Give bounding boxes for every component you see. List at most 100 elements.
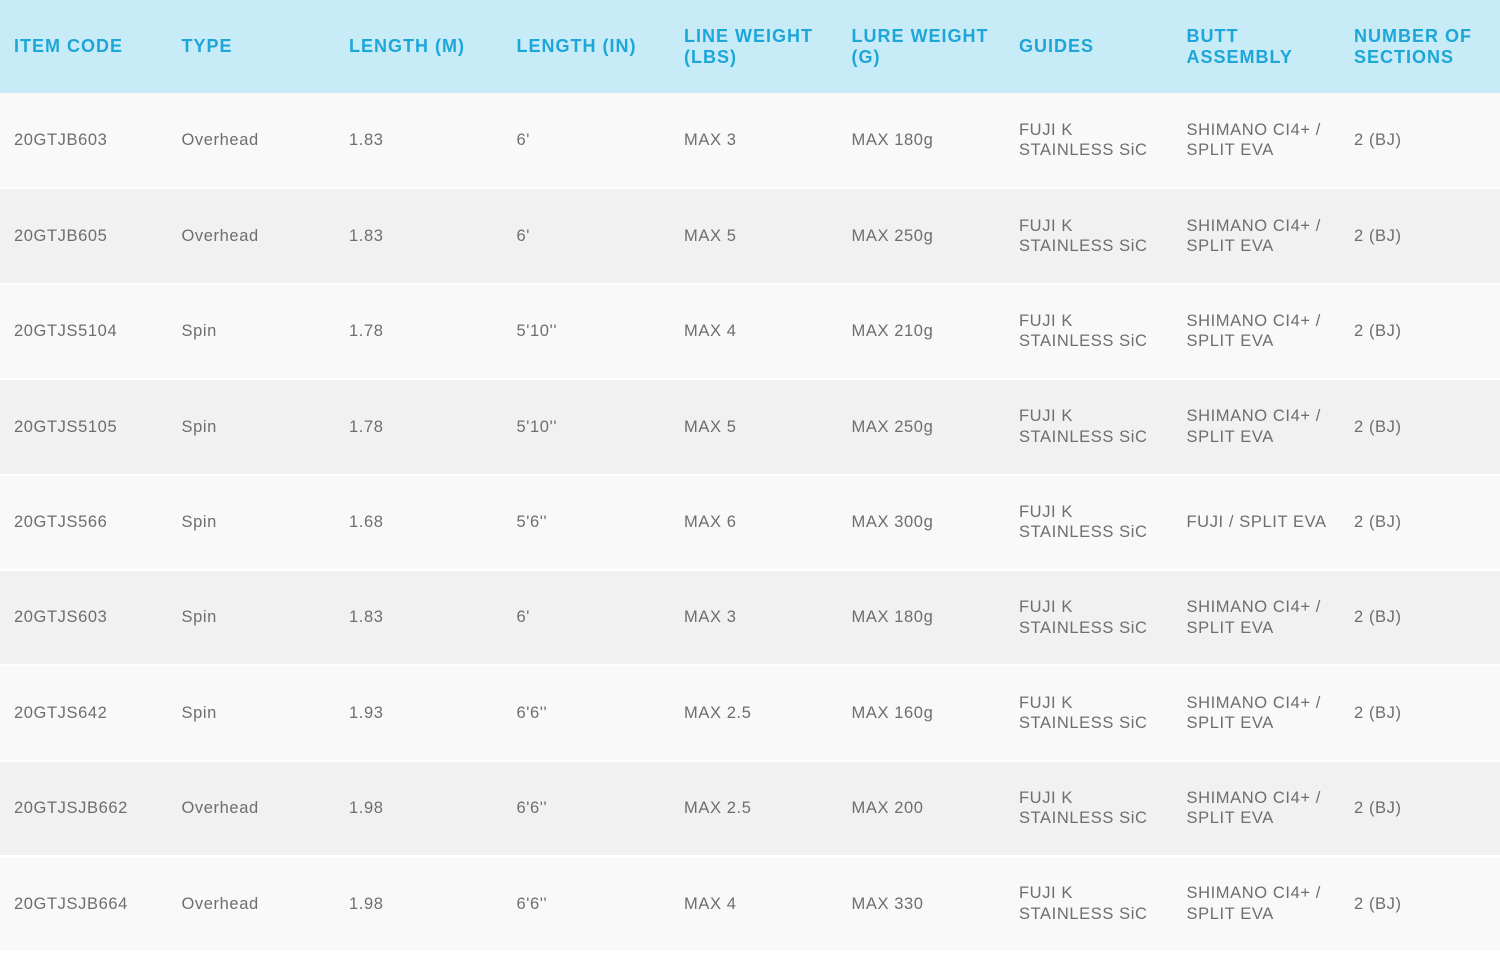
table-header: ITEM CODE TYPE LENGTH (M) LENGTH (IN) LINE W… <box>0 0 1500 93</box>
cell-line-weight: MAX 4 <box>670 856 838 953</box>
column-header-item-code: ITEM CODE <box>14 36 124 56</box>
header-row: ITEM CODE TYPE LENGTH (M) LENGTH (IN) LINE W… <box>0 0 1500 93</box>
cell-number-of-sections: 2 (BJ) <box>1340 856 1500 953</box>
cell-lure-weight: MAX 200 <box>837 760 1005 858</box>
cell-length-m: 1.68 <box>335 474 503 571</box>
cell-type: Spin <box>167 474 335 571</box>
table-row: 20GTJS566 Spin 1.68 5'6'' MAX 6 MAX 300g FUJI … <box>0 474 1500 571</box>
column-header-length-m: LENGTH (M) <box>349 36 465 56</box>
column-header-line-weight: LINE WEIGHT (LBS) <box>684 25 813 67</box>
cell-guides: FUJI K STAINLESS SiC <box>1005 188 1173 285</box>
cell-item-code: 20GTJS642 <box>0 665 168 762</box>
cell-line-weight: MAX 6 <box>670 474 838 571</box>
cell-length-m: 1.83 <box>335 188 503 285</box>
cell-length-m: 1.98 <box>335 856 503 953</box>
cell-number-of-sections: 2 (BJ) <box>1340 569 1500 667</box>
cell-length-in: 6' <box>502 93 670 190</box>
cell-length-m: 1.83 <box>335 93 503 190</box>
cell-number-of-sections: 2 (BJ) <box>1340 665 1500 762</box>
cell-length-in: 6'6'' <box>502 856 670 953</box>
cell-type: Spin <box>167 283 335 381</box>
cell-item-code: 20GTJSJB664 <box>0 856 168 953</box>
table-row: 20GTJB603 Overhead 1.83 6' MAX 3 MAX 180g FUJI… <box>0 93 1500 190</box>
table-row: 20GTJS642 Spin 1.93 6'6'' MAX 2.5 MAX 160g FUJ… <box>0 665 1500 762</box>
table-row: 20GTJSJB664 Overhead 1.98 6'6'' MAX 4 MAX 330… <box>0 856 1500 953</box>
cell-lure-weight: MAX 210g <box>837 283 1005 381</box>
cell-type: Spin <box>167 665 335 762</box>
cell-lure-weight: MAX 160g <box>837 665 1005 762</box>
cell-butt-assembly: SHIMANO CI4+ / SPLIT EVA <box>1172 188 1340 285</box>
cell-line-weight: MAX 2.5 <box>670 760 838 858</box>
table-body: 20GTJB603 Overhead 1.83 6' MAX 3 MAX 180g FUJI… <box>0 93 1500 953</box>
column-header-length-in: LENGTH (IN) <box>516 36 637 56</box>
cell-lure-weight: MAX 330 <box>837 856 1005 953</box>
cell-line-weight: MAX 2.5 <box>670 665 838 762</box>
table-row: 20GTJB605 Overhead 1.83 6' MAX 5 MAX 250g FUJI… <box>0 188 1500 285</box>
cell-guides: FUJI K STAINLESS SiC <box>1005 474 1173 571</box>
cell-butt-assembly: SHIMANO CI4+ / SPLIT EVA <box>1172 569 1340 667</box>
cell-number-of-sections: 2 (BJ) <box>1340 93 1500 190</box>
cell-butt-assembly: SHIMANO CI4+ / SPLIT EVA <box>1172 379 1340 476</box>
cell-length-in: 6'6'' <box>502 760 670 858</box>
cell-length-m: 1.93 <box>335 665 503 762</box>
cell-lure-weight: MAX 250g <box>837 188 1005 285</box>
cell-length-in: 5'10'' <box>502 283 670 381</box>
cell-line-weight: MAX 5 <box>670 188 838 285</box>
cell-type: Overhead <box>167 188 335 285</box>
cell-type: Overhead <box>167 760 335 858</box>
cell-guides: FUJI K STAINLESS SiC <box>1005 93 1173 190</box>
cell-length-in: 5'10'' <box>502 379 670 476</box>
cell-line-weight: MAX 4 <box>670 283 838 381</box>
rod-spec-table: ITEM CODE TYPE LENGTH (M) LENGTH (IN) LINE W… <box>0 0 1500 953</box>
cell-item-code: 20GTJS5105 <box>0 379 168 476</box>
cell-item-code: 20GTJS603 <box>0 569 168 667</box>
column-header-lure-weight: LURE WEIGHT (G) <box>851 25 989 67</box>
cell-guides: FUJI K STAINLESS SiC <box>1005 856 1173 953</box>
cell-lure-weight: MAX 180g <box>837 93 1005 190</box>
column-header-type: TYPE <box>181 36 233 56</box>
cell-butt-assembly: SHIMANO CI4+ / SPLIT EVA <box>1172 760 1340 858</box>
cell-item-code: 20GTJS5104 <box>0 283 168 381</box>
cell-length-m: 1.83 <box>335 569 503 667</box>
cell-type: Overhead <box>167 93 335 190</box>
cell-length-m: 1.78 <box>335 283 503 381</box>
cell-guides: FUJI K STAINLESS SiC <box>1005 569 1173 667</box>
cell-guides: FUJI K STAINLESS SiC <box>1005 665 1173 762</box>
cell-guides: FUJI K STAINLESS SiC <box>1005 760 1173 858</box>
column-header-number-of-sections: NUMBER OF SECTIONS <box>1354 25 1472 67</box>
cell-guides: FUJI K STAINLESS SiC <box>1005 283 1173 381</box>
cell-line-weight: MAX 3 <box>670 93 838 190</box>
cell-length-m: 1.78 <box>335 379 503 476</box>
cell-lure-weight: MAX 180g <box>837 569 1005 667</box>
cell-lure-weight: MAX 300g <box>837 474 1005 571</box>
cell-guides: FUJI K STAINLESS SiC <box>1005 379 1173 476</box>
cell-number-of-sections: 2 (BJ) <box>1340 474 1500 571</box>
column-header-guides: GUIDES <box>1019 36 1095 56</box>
cell-line-weight: MAX 3 <box>670 569 838 667</box>
cell-length-in: 6' <box>502 188 670 285</box>
cell-length-m: 1.98 <box>335 760 503 858</box>
cell-butt-assembly: SHIMANO CI4+ / SPLIT EVA <box>1172 283 1340 381</box>
cell-lure-weight: MAX 250g <box>837 379 1005 476</box>
table-row: 20GTJSJB662 Overhead 1.98 6'6'' MAX 2.5 MAX 2… <box>0 760 1500 858</box>
cell-item-code: 20GTJS566 <box>0 474 168 571</box>
cell-type: Overhead <box>167 856 335 953</box>
cell-number-of-sections: 2 (BJ) <box>1340 379 1500 476</box>
cell-line-weight: MAX 5 <box>670 379 838 476</box>
table-row: 20GTJS5105 Spin 1.78 5'10'' MAX 5 MAX 250g FUJ… <box>0 379 1500 476</box>
cell-number-of-sections: 2 (BJ) <box>1340 283 1500 381</box>
column-header-butt-assembly: BUTT ASSEMBLY <box>1186 25 1293 67</box>
cell-item-code: 20GTJB605 <box>0 188 168 285</box>
cell-number-of-sections: 2 (BJ) <box>1340 188 1500 285</box>
table-row: 20GTJS603 Spin 1.83 6' MAX 3 MAX 180g FUJI K S… <box>0 569 1500 667</box>
cell-type: Spin <box>167 379 335 476</box>
cell-item-code: 20GTJB603 <box>0 93 168 190</box>
cell-length-in: 5'6'' <box>502 474 670 571</box>
cell-type: Spin <box>167 569 335 667</box>
cell-butt-assembly: SHIMANO CI4+ / SPLIT EVA <box>1172 856 1340 953</box>
cell-item-code: 20GTJSJB662 <box>0 760 168 858</box>
table-row: 20GTJS5104 Spin 1.78 5'10'' MAX 4 MAX 210g FUJ… <box>0 283 1500 381</box>
cell-length-in: 6' <box>502 569 670 667</box>
cell-butt-assembly: SHIMANO CI4+ / SPLIT EVA <box>1172 93 1340 190</box>
cell-butt-assembly: SHIMANO CI4+ / SPLIT EVA <box>1172 665 1340 762</box>
